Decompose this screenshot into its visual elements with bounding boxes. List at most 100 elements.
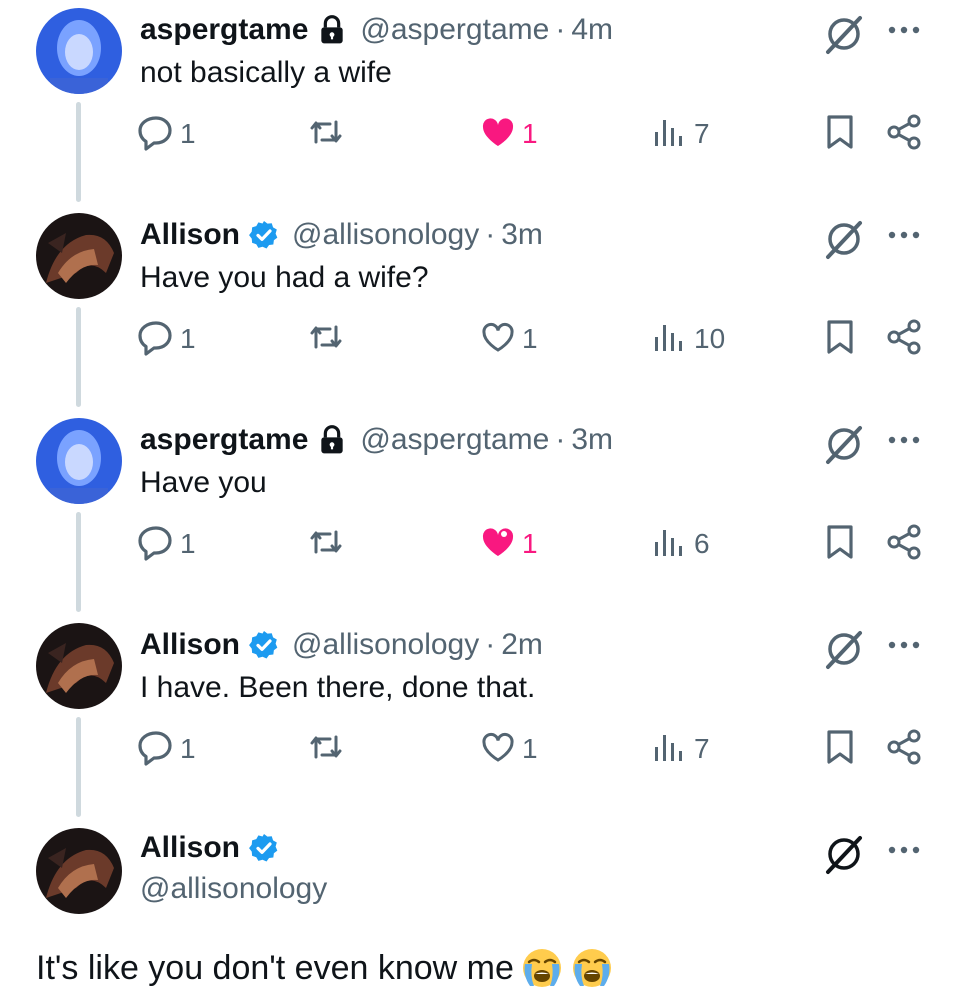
tweet[interactable]: aspergtame @aspergtame · 4m not basicall… (0, 0, 960, 205)
views-button[interactable]: 6 (650, 522, 710, 566)
heart-outline-icon (478, 727, 518, 772)
tweet[interactable]: Allison @allisonology · 3m Have you had … (0, 205, 960, 410)
tweet-header: Allison @allisonology · 3m (140, 215, 543, 255)
views-count: 6 (694, 528, 710, 559)
handle[interactable]: @allisonology (292, 218, 479, 252)
separator-dot: · (485, 218, 496, 251)
more-options-icon[interactable] (884, 830, 924, 870)
retweet-icon (306, 317, 346, 362)
retweet-button[interactable] (306, 317, 346, 361)
handle[interactable]: @allisonology (292, 628, 479, 662)
avatar-image (36, 623, 122, 709)
views-count: 7 (694, 733, 710, 764)
loudly-crying-face-emoji (520, 946, 564, 990)
avatar[interactable] (36, 623, 122, 709)
tweet-header: aspergtame @aspergtame · 4m (140, 10, 613, 50)
display-name[interactable]: aspergtame (140, 13, 308, 47)
like-count: 1 (522, 733, 538, 764)
views-button[interactable]: 7 (650, 112, 710, 156)
retweet-icon (306, 522, 346, 567)
handle[interactable]: @aspergtame (360, 423, 549, 457)
display-name[interactable]: Allison (140, 831, 240, 865)
grok-icon[interactable] (822, 217, 866, 261)
focused-tweet[interactable]: Allison @allisonology It's like you don'… (0, 820, 960, 1007)
tweet[interactable]: aspergtame @aspergtame · 3m Have you 1 1… (0, 410, 960, 615)
verified-badge-icon (248, 219, 280, 251)
grok-icon[interactable] (822, 627, 866, 671)
like-button[interactable]: 1 (478, 317, 538, 361)
tweet-header: Allison @allisonology · 2m (140, 625, 543, 665)
heart-outline-icon (478, 317, 518, 362)
tweet-actions: 1 1 7 (0, 727, 960, 771)
bookmark-button[interactable] (820, 522, 860, 566)
views-icon (650, 727, 690, 772)
share-icon (884, 522, 924, 567)
heart-filled-icon (478, 522, 518, 567)
more-options-icon[interactable] (884, 10, 924, 50)
grok-icon[interactable] (822, 422, 866, 466)
lock-icon (316, 424, 348, 456)
bookmark-button[interactable] (820, 112, 860, 156)
reply-button[interactable]: 1 (136, 522, 196, 566)
like-count: 1 (522, 528, 538, 559)
display-name[interactable]: Allison (140, 628, 240, 662)
timestamp[interactable]: 3m (571, 423, 613, 457)
more-options-icon[interactable] (884, 215, 924, 255)
separator-dot: · (555, 13, 566, 46)
views-button[interactable]: 7 (650, 727, 710, 771)
reply-icon (136, 112, 176, 157)
share-icon (884, 112, 924, 157)
reply-icon (136, 727, 176, 772)
bookmark-button[interactable] (820, 727, 860, 771)
tweet-actions: 1 1 10 (0, 317, 960, 361)
reply-button[interactable]: 1 (136, 112, 196, 156)
separator-dot: · (485, 628, 496, 661)
reply-count: 1 (180, 528, 196, 559)
verified-badge-icon (248, 629, 280, 661)
tweet[interactable]: Allison @allisonology · 2m I have. Been … (0, 615, 960, 820)
retweet-icon (306, 727, 346, 772)
avatar[interactable] (36, 828, 122, 914)
avatar[interactable] (36, 418, 122, 504)
like-count: 1 (522, 118, 538, 149)
bookmark-icon (820, 317, 860, 362)
lock-icon (316, 14, 348, 46)
more-options-icon[interactable] (884, 625, 924, 665)
grok-icon[interactable] (822, 832, 866, 876)
tweet-text-row: It's like you don't even know me (36, 946, 614, 990)
reply-button[interactable]: 1 (136, 727, 196, 771)
reply-count: 1 (180, 118, 196, 149)
share-icon (884, 727, 924, 772)
share-button[interactable] (884, 112, 924, 156)
avatar[interactable] (36, 213, 122, 299)
tweet-header: Allison (140, 828, 280, 868)
share-button[interactable] (884, 522, 924, 566)
timestamp[interactable]: 3m (501, 218, 543, 252)
retweet-button[interactable] (306, 112, 346, 156)
like-button[interactable]: 1 (478, 727, 538, 771)
more-options-icon[interactable] (884, 420, 924, 460)
share-button[interactable] (884, 317, 924, 361)
reply-icon (136, 522, 176, 567)
timestamp[interactable]: 4m (571, 13, 613, 47)
handle[interactable]: @allisonology (140, 872, 327, 906)
views-icon (650, 522, 690, 567)
retweet-button[interactable] (306, 727, 346, 771)
tweet-actions: 1 1 7 (0, 112, 960, 156)
reply-button[interactable]: 1 (136, 317, 196, 361)
display-name[interactable]: Allison (140, 218, 240, 252)
like-button[interactable]: 1 (478, 112, 538, 156)
bookmark-button[interactable] (820, 317, 860, 361)
display-name[interactable]: aspergtame (140, 423, 308, 457)
retweet-button[interactable] (306, 522, 346, 566)
share-button[interactable] (884, 727, 924, 771)
timestamp[interactable]: 2m (501, 628, 543, 662)
views-icon (650, 317, 690, 362)
like-button[interactable]: 1 (478, 522, 538, 566)
grok-icon[interactable] (822, 12, 866, 56)
views-button[interactable]: 10 (650, 317, 725, 361)
handle[interactable]: @aspergtame (360, 13, 549, 47)
avatar[interactable] (36, 8, 122, 94)
bookmark-icon (820, 522, 860, 567)
reply-icon (136, 317, 176, 362)
